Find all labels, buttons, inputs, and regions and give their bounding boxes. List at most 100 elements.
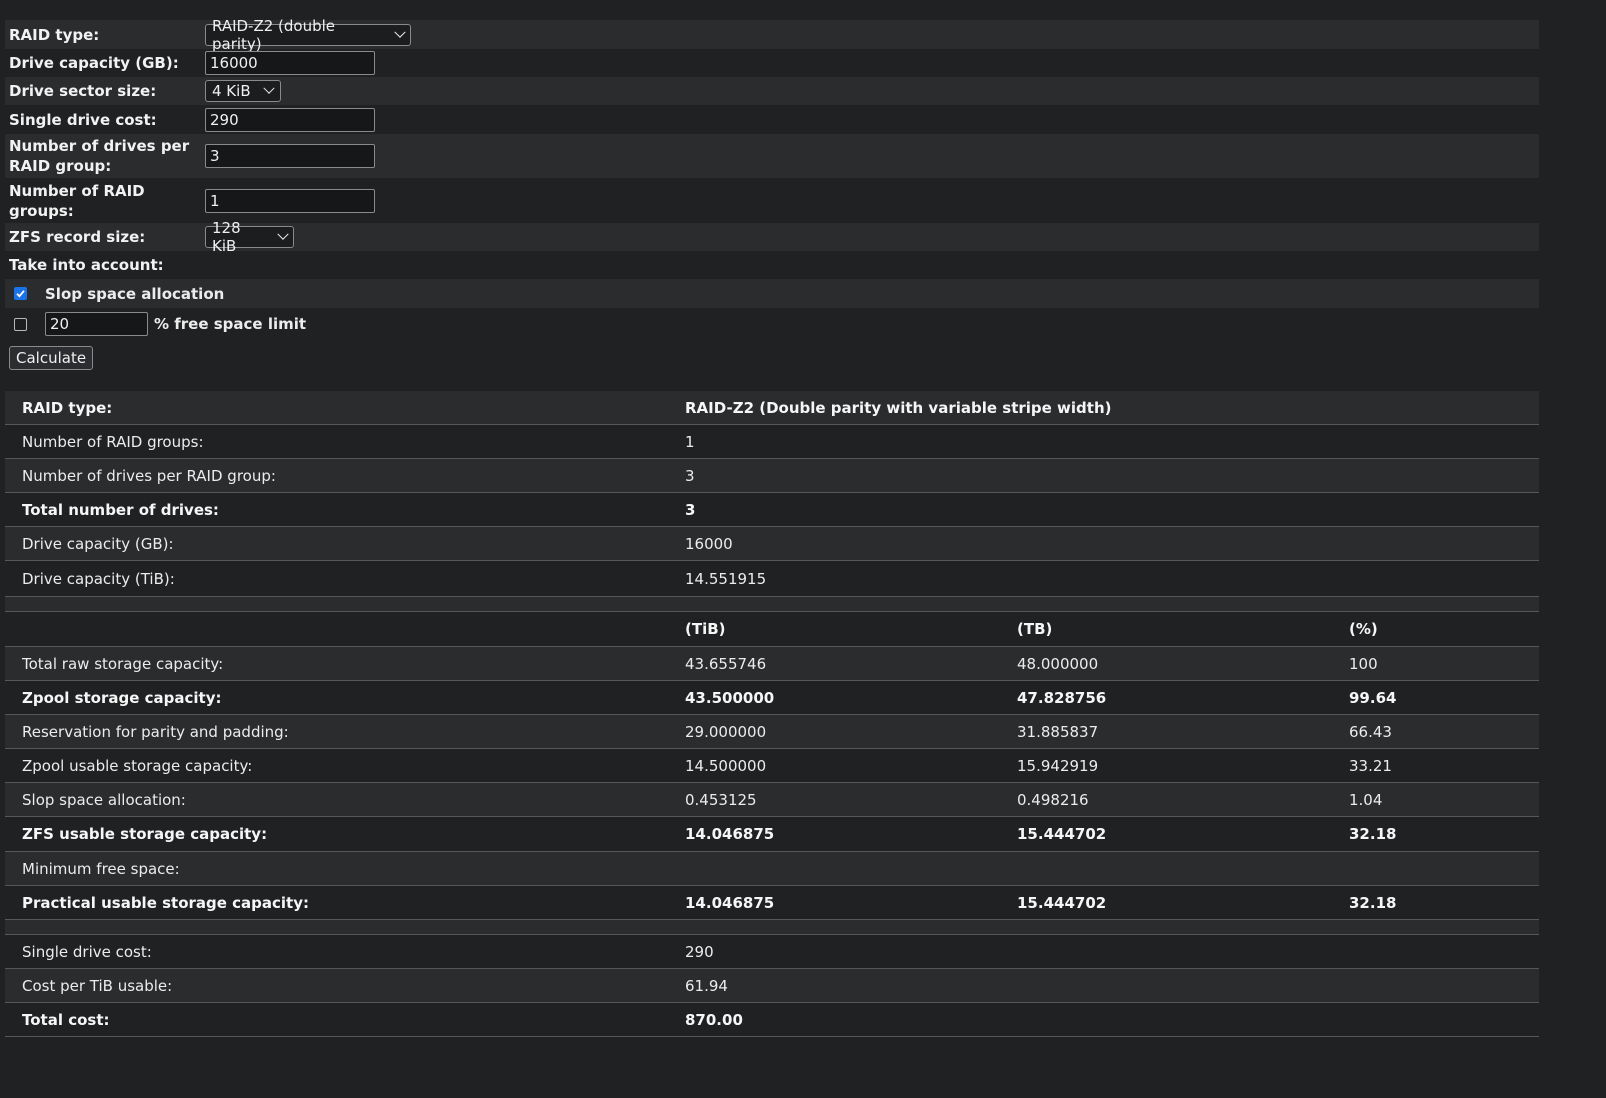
sector-size-value: 4 KiB: [212, 82, 251, 100]
take-into-account-label: Take into account:: [9, 256, 164, 274]
sector-size-select[interactable]: 4 KiB: [205, 80, 281, 102]
cost-value: 870.00: [685, 1010, 743, 1029]
info-row: Number of RAID groups: 1: [5, 425, 1539, 459]
capacity-tb: 48.000000: [1017, 654, 1099, 673]
sector-size-label: Drive sector size:: [9, 82, 157, 100]
slop-label: Slop space allocation: [45, 284, 225, 303]
free-space-label: % free space limit: [154, 315, 307, 333]
info-section: RAID type: RAID-Z2 (Double parity with va…: [5, 391, 1539, 597]
drives-per-group-input[interactable]: 3: [205, 144, 375, 168]
record-size-label: ZFS record size:: [9, 228, 146, 246]
info-row: Number of drives per RAID group: 3: [5, 459, 1539, 493]
info-value: 16000: [685, 534, 733, 553]
drive-cost-row: Single drive cost: 290: [5, 105, 1539, 134]
cost-row: Total cost: 870.00: [5, 1003, 1539, 1037]
slop-row: Slop space allocation: [5, 279, 1539, 308]
chevron-down-icon: [262, 82, 275, 94]
raid-groups-input[interactable]: 1: [205, 188, 375, 213]
capacity-label: Minimum free space:: [22, 859, 180, 878]
header-tb: (TB): [1017, 620, 1053, 638]
cost-row: Cost per TiB usable: 61.94: [5, 969, 1539, 1003]
capacity-pct: 32.18: [1349, 893, 1397, 912]
raid-type-select[interactable]: RAID-Z2 (double parity): [205, 17, 411, 53]
capacity-tb: 15.942919: [1017, 756, 1099, 775]
cost-label: Single drive cost:: [22, 942, 152, 961]
results-table: RAID type: RAID-Z2 (Double parity with va…: [5, 391, 1539, 1037]
capacity-label: Slop space allocation:: [22, 790, 186, 809]
calculate-button[interactable]: Calculate: [9, 346, 94, 370]
header-tib: (TiB): [685, 620, 726, 638]
free-space-row: 20 % free space limit: [5, 308, 1539, 340]
capacity-tib: 29.000000: [685, 722, 767, 741]
cost-label: Cost per TiB usable:: [22, 976, 173, 995]
drive-capacity-label: Drive capacity (GB):: [9, 54, 179, 72]
info-row: RAID type: RAID-Z2 (Double parity with va…: [5, 391, 1539, 425]
section-divider: [5, 597, 1539, 612]
take-into-account-row: Take into account:: [5, 251, 1539, 279]
chevron-down-icon: [277, 228, 289, 240]
capacity-row: Zpool storage capacity: 43.500000 47.82875…: [5, 681, 1539, 715]
info-label: Number of drives per RAID group:: [22, 466, 276, 485]
info-value: RAID-Z2 (Double parity with variable str…: [685, 398, 1112, 417]
info-label: RAID type:: [22, 398, 113, 417]
free-space-input[interactable]: 20: [45, 312, 148, 336]
capacity-section: Total raw storage capacity: 43.655746 48.0…: [5, 647, 1539, 920]
raid-type-label: RAID type:: [9, 25, 100, 44]
info-row: Drive capacity (GB): 16000: [5, 527, 1539, 561]
input-form: RAID type: RAID-Z2 (double parity) Drive…: [5, 17, 1539, 378]
capacity-label: ZFS usable storage capacity:: [22, 825, 268, 843]
raid-type-value: RAID-Z2 (double parity): [212, 16, 336, 53]
chevron-down-icon: [394, 26, 406, 38]
sector-size-row: Drive sector size: 4 KiB: [5, 77, 1539, 105]
record-size-select[interactable]: 128 KiB: [205, 219, 294, 255]
capacity-tib: 0.453125: [685, 790, 757, 809]
checkmark-icon: [16, 290, 25, 298]
free-space-checkbox[interactable]: [14, 317, 27, 331]
capacity-tb: 15.444702: [1017, 825, 1107, 843]
capacity-pct: 100: [1349, 654, 1378, 673]
capacity-pct: 33.21: [1349, 756, 1392, 775]
capacity-pct: 99.64: [1349, 688, 1397, 707]
info-value: 1: [685, 432, 695, 451]
drive-cost-input[interactable]: 290: [205, 107, 375, 132]
capacity-tib: 14.046875: [685, 825, 775, 843]
cost-value: 290: [685, 942, 714, 961]
capacity-row: Minimum free space:: [5, 852, 1539, 886]
drive-capacity-row: Drive capacity (GB): 16000: [5, 49, 1539, 77]
cost-section: Single drive cost: 290 Cost per TiB usable…: [5, 935, 1539, 1037]
raid-calculator-page: RAID type: RAID-Z2 (double parity) Drive…: [0, 0, 1606, 1098]
cost-value: 61.94: [685, 976, 728, 995]
info-label: Drive capacity (TiB):: [22, 569, 175, 588]
capacity-row: Practical usable storage capacity: 14.046…: [5, 886, 1539, 920]
capacity-row: Slop space allocation: 0.453125 0.498216 1.…: [5, 783, 1539, 817]
info-label: Total number of drives:: [22, 500, 219, 519]
calculate-row: Calculate: [5, 340, 1539, 378]
capacity-row: ZFS usable storage capacity: 14.046875 15.…: [5, 817, 1539, 852]
capacity-header-row: (TiB) (TB) (%): [5, 612, 1539, 647]
capacity-tb: 31.885837: [1017, 722, 1099, 741]
capacity-pct: 66.43: [1349, 722, 1392, 741]
capacity-pct: 32.18: [1349, 825, 1397, 843]
section-divider: [5, 920, 1539, 935]
capacity-pct: 1.04: [1349, 790, 1383, 809]
capacity-tb: 47.828756: [1017, 688, 1107, 707]
record-size-value: 128 KiB: [212, 219, 241, 255]
capacity-tib: 43.655746: [685, 654, 767, 673]
capacity-label: Zpool usable storage capacity:: [22, 756, 253, 775]
slop-checkbox[interactable]: [14, 287, 27, 300]
capacity-row: Reservation for parity and padding: 29.00…: [5, 715, 1539, 749]
capacity-row: Zpool usable storage capacity: 14.500000 1…: [5, 749, 1539, 783]
info-value: 3: [685, 500, 696, 519]
info-value: 14.551915: [685, 569, 767, 588]
raid-groups-row: Number of RAID groups: 1: [5, 178, 1539, 223]
drive-cost-label: Single drive cost:: [9, 110, 157, 129]
drive-capacity-input[interactable]: 16000: [205, 51, 375, 75]
info-row: Total number of drives: 3: [5, 493, 1539, 527]
capacity-tb: 15.444702: [1017, 893, 1107, 912]
cost-label: Total cost:: [22, 1010, 110, 1029]
info-row: Drive capacity (TiB): 14.551915: [5, 561, 1539, 597]
capacity-label: Total raw storage capacity:: [22, 654, 224, 673]
capacity-label: Practical usable storage capacity:: [22, 893, 310, 912]
drives-per-group-row: Number of drives per RAID group: 3: [5, 134, 1539, 178]
capacity-tb: 0.498216: [1017, 790, 1089, 809]
